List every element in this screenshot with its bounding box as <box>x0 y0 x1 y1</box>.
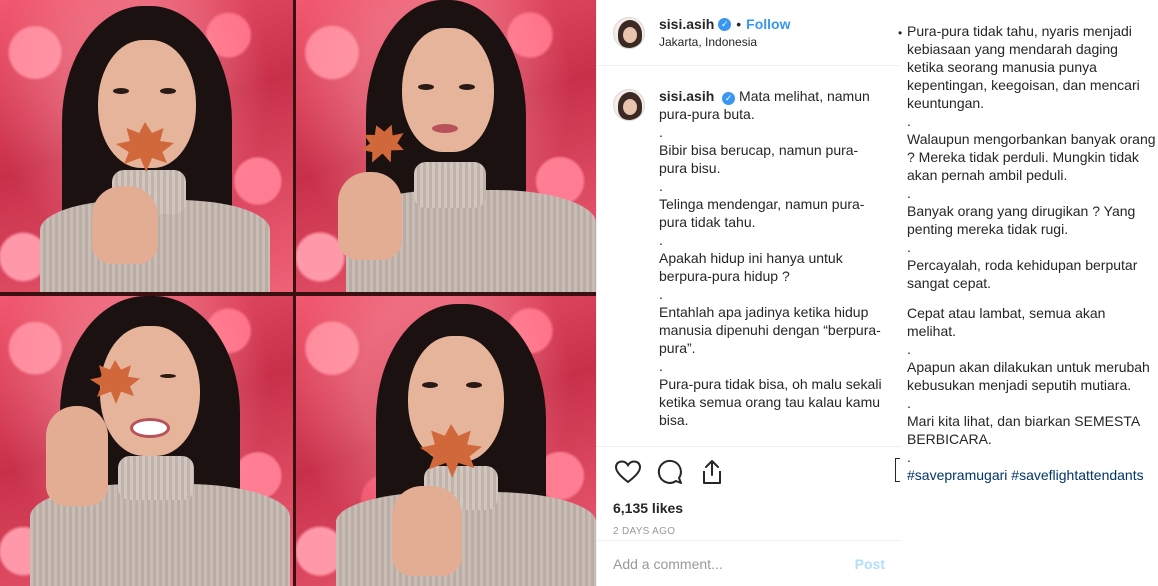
caption-line: . <box>907 395 911 411</box>
post-actions: 6,135 likes 2 DAYS AGO <box>597 446 901 537</box>
photo-tile-bottom-left <box>0 296 293 586</box>
caption-line: . <box>907 185 911 201</box>
caption-line: Mari kita lihat, dan biarkan SEMESTA BER… <box>907 413 1140 447</box>
caption-line: Banyak orang yang dirugikan ? Yang penti… <box>907 203 1136 237</box>
caption-line: Cepat atau lambat, semua akan melihat. <box>907 305 1106 339</box>
caption-line: . <box>907 239 911 255</box>
post-timestamp[interactable]: 2 DAYS AGO <box>613 526 885 537</box>
caption-line: Apakah hidup ini hanya untuk berpura-pur… <box>659 250 843 284</box>
post-sidebar: sisi.asih ✓ • Follow Jakarta, Indonesia … <box>596 0 901 586</box>
heart-outline-icon[interactable] <box>613 457 643 487</box>
caption-line: . <box>659 358 663 374</box>
caption-line: . <box>659 286 663 302</box>
caption-line: . <box>659 124 663 140</box>
follow-button[interactable]: Follow <box>746 16 790 32</box>
caption-line: . <box>907 341 911 357</box>
avatar[interactable] <box>613 16 645 49</box>
separator-dot: • <box>736 16 742 32</box>
hashtag-link[interactable]: #savepramugari <box>907 467 1007 483</box>
username-link[interactable]: sisi.asih <box>659 16 714 32</box>
verified-badge-icon: ✓ <box>722 91 736 105</box>
caption-line: . <box>659 178 663 194</box>
caption-line: . <box>659 232 663 248</box>
caption-username-link[interactable]: sisi.asih <box>659 88 714 104</box>
likes-count[interactable]: 6,135 likes <box>613 500 885 516</box>
post-comment-button[interactable]: Post <box>855 556 885 572</box>
photo-tile-top-right <box>296 0 596 292</box>
list-bullet: • <box>898 26 903 40</box>
post-header: sisi.asih ✓ • Follow Jakarta, Indonesia <box>597 0 900 66</box>
comment-input[interactable] <box>613 555 855 572</box>
caption-line: Entahlah apa jadinya ketika hidup manusi… <box>659 304 881 356</box>
caption-line: Percayalah, roda kehidupan berputar sang… <box>907 257 1138 291</box>
caption-line: Bibir bisa berucap, namun pura-pura bisu… <box>659 142 859 176</box>
caption-line: Walaupun mengorbankan banyak orang ? Mer… <box>907 131 1156 183</box>
photo-tile-bottom-right <box>296 296 596 586</box>
hashtag-link[interactable]: #saveflightattendants <box>1011 467 1143 483</box>
caption-line: Apapun akan dilakukan untuk merubah kebu… <box>907 359 1150 393</box>
hashtags: #savepramugari #saveflightattendants <box>907 466 1158 484</box>
speech-bubble-icon[interactable] <box>655 457 685 487</box>
location-link[interactable]: Jakarta, Indonesia <box>659 35 791 49</box>
avatar[interactable] <box>613 89 645 121</box>
caption-continued: • Pura-pura tidak tahu, nyaris menjadi k… <box>898 0 1158 586</box>
caption-line: . <box>907 113 911 129</box>
caption-line: Pura-pura tidak bisa, oh malu sekali ket… <box>659 376 882 428</box>
comment-bar: Post <box>597 540 901 586</box>
caption-line: Telinga mendengar, namun pura-pura tidak… <box>659 196 865 230</box>
caption-line: Pura-pura tidak tahu, nyaris menjadi keb… <box>907 23 1140 111</box>
photo-tile-top-left <box>0 0 293 292</box>
caption-line: . <box>907 449 911 465</box>
verified-badge-icon: ✓ <box>718 17 732 31</box>
post-image[interactable] <box>0 0 596 586</box>
caption-text: sisi.asih ✓ Mata melihat, namun pura-pur… <box>659 87 885 429</box>
share-upload-icon[interactable] <box>697 457 727 487</box>
caption-area: sisi.asih ✓ Mata melihat, namun pura-pur… <box>597 67 901 445</box>
